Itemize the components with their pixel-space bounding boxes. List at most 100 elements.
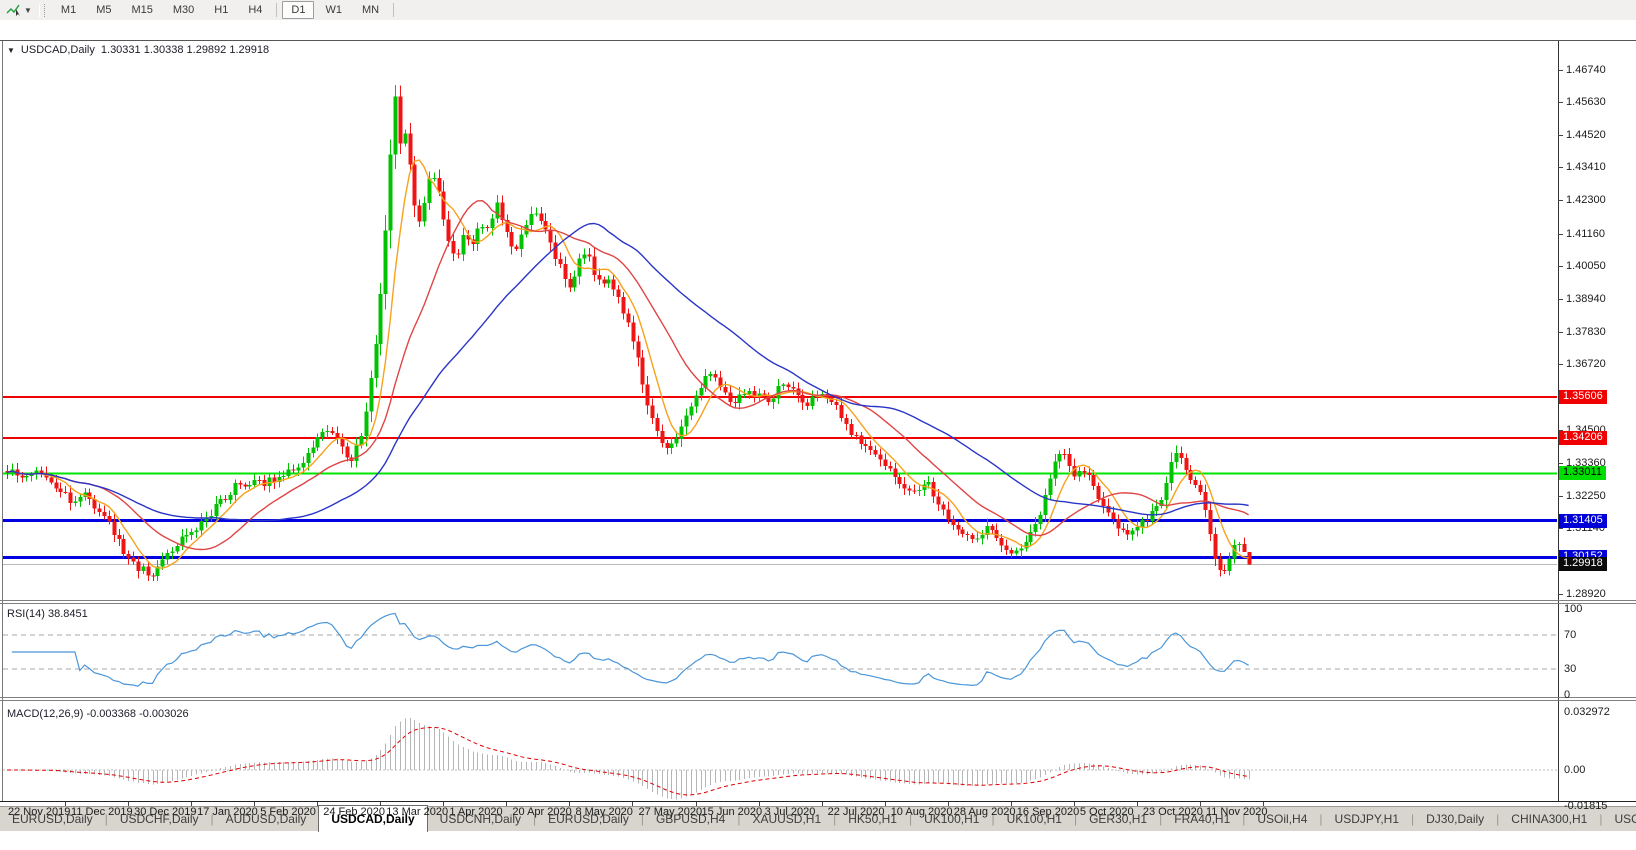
symbol-title: USDCAD,Daily: [20, 44, 95, 56]
date-tick-label: 10 Aug 2020: [890, 806, 953, 818]
symbol-tab-usoil-h1[interactable]: USOil,H1: [1602, 808, 1636, 831]
chart-title-bar[interactable]: ▼ USDCAD,Daily 1.30331 1.30338 1.29892 1…: [7, 44, 269, 56]
date-tick-mark: [1073, 802, 1075, 806]
price-tick-label: 1.45630: [1566, 96, 1606, 109]
date-tick-mark: [695, 802, 697, 806]
timeframe-button-m5[interactable]: M5: [87, 1, 120, 19]
price-level-badge-1.33011: 1.33011: [1559, 466, 1606, 481]
timeframe-button-m15[interactable]: M15: [122, 1, 161, 19]
price-level-badge-1.31405: 1.31405: [1559, 513, 1607, 528]
timeframe-button-h1[interactable]: H1: [205, 1, 237, 19]
price-tick-label: 1.38940: [1566, 292, 1606, 305]
symbol-tab-usdjpy-h1[interactable]: USDJPY,H1: [1323, 808, 1411, 831]
symbol-tab-dj30-daily[interactable]: DJ30,Daily: [1414, 808, 1496, 831]
macd-scale-top: 0.032972: [1564, 706, 1610, 718]
date-tick-mark: [1136, 802, 1138, 806]
date-tick-label: 27 May 2020: [638, 806, 703, 818]
panel-borders: [0, 40, 1636, 802]
toolbar-separator: [276, 3, 278, 17]
date-tick-label: 13 Mar 2020: [386, 806, 449, 818]
collapse-triangle-icon[interactable]: ▼: [7, 46, 15, 55]
date-tick-mark: [947, 802, 949, 806]
support-resistance-lines: [3, 396, 1557, 565]
date-tick-label: 16 Sep 2020: [1016, 806, 1080, 818]
crosshair-tool-button[interactable]: ▼: [3, 2, 35, 18]
date-tick-mark: [317, 802, 319, 806]
date-tick-label: 11 Nov 2020: [1205, 806, 1268, 818]
price-level-badge-1.34206: 1.34206: [1559, 431, 1607, 446]
date-tick-label: 24 Feb 2020: [323, 806, 386, 818]
price-tick-mark: [1558, 463, 1563, 465]
price-tick-mark: [1558, 200, 1563, 202]
price-tick-mark: [1558, 331, 1563, 333]
chart-window[interactable]: ▼ USDCAD,Daily 1.30331 1.30338 1.29892 1…: [0, 20, 1636, 818]
date-tick-label: 11 Dec 2019: [71, 806, 133, 818]
price-tick-label: 1.41160: [1566, 227, 1605, 240]
timeframe-button-d1[interactable]: D1: [282, 1, 315, 19]
price-tick-mark: [1558, 167, 1563, 169]
price-tick-label: 1.44520: [1566, 128, 1606, 141]
rsi-scale-70: 70: [1564, 628, 1577, 641]
date-tick-label: 1 Apr 2020: [449, 806, 503, 818]
date-tick-label: 3 Jul 2020: [764, 806, 816, 818]
price-tick-label: 1.46740: [1566, 63, 1606, 76]
date-tick-mark: [1262, 802, 1264, 806]
timeframe-button-w1[interactable]: W1: [316, 1, 351, 19]
date-tick-mark: [65, 802, 66, 806]
date-tick-mark: [380, 802, 382, 806]
date-tick-mark: [191, 802, 193, 806]
date-tick-label: 5 Feb 2020: [260, 806, 316, 818]
date-tick-mark: [443, 802, 445, 806]
rsi-scale-0: 0: [1564, 689, 1571, 701]
price-tick-mark: [1558, 364, 1563, 366]
price-tick-label: 1.32250: [1566, 489, 1606, 502]
date-tick-mark: [1199, 802, 1201, 806]
price-tick-mark: [1558, 593, 1563, 595]
price-tick-label: 1.42300: [1566, 194, 1606, 207]
date-tick-mark: [632, 802, 634, 806]
timeframe-button-h4[interactable]: H4: [239, 1, 271, 19]
rsi-indicator-label: RSI(14) 38.8451: [7, 608, 88, 620]
ohlc-values: 1.30331 1.30338 1.29892 1.29918: [100, 44, 270, 56]
slow-ma-line: [6, 222, 1249, 522]
date-tick-label: 20 Apr 2020: [512, 806, 572, 818]
fast-ma-line: [6, 159, 1249, 569]
price-level-badge-1.35606: 1.35606: [1559, 390, 1607, 404]
price-tick-mark: [1558, 495, 1563, 497]
date-tick-mark: [821, 802, 823, 806]
macd-signal-line: [7, 726, 1249, 796]
date-tick-label: 5 Oct 2020: [1079, 806, 1134, 818]
mid-ma-line: [6, 199, 1249, 551]
crosshair-tool-icon: [6, 4, 20, 16]
timeframe-toolbar: ▼ M1 M5 M15 M30 H1 H4 D1 W1 MN: [0, 0, 1636, 21]
toolbar-separator: [393, 3, 395, 17]
price-tick-label: 1.28920: [1566, 587, 1606, 600]
rsi-scale-30: 30: [1564, 663, 1577, 676]
mt4-terminal: { "toolbar": { "timeframes": ["M1","M5",…: [0, 0, 1636, 832]
rsi-scale-100: 100: [1564, 603, 1583, 615]
date-tick-label: 30 Dec 2019: [134, 806, 197, 818]
date-tick-label: 28 Aug 2020: [953, 806, 1016, 818]
date-tick-label: 22 Nov 2019: [8, 806, 71, 818]
rsi-line: [11, 612, 1249, 687]
price-tick-label: 1.36720: [1566, 358, 1606, 371]
price-level-badge-1.29918: 1.29918: [1559, 557, 1607, 572]
date-tick-label: 8 May 2020: [575, 806, 633, 818]
price-tick-mark: [1558, 528, 1563, 530]
date-tick-mark: [884, 802, 886, 806]
chart-canvas: [0, 40, 1636, 802]
date-tick-label: 15 Jun 2020: [701, 806, 763, 818]
date-tick-label: 22 Jul 2020: [827, 806, 885, 818]
price-tick-label: 1.37830: [1566, 325, 1606, 338]
price-tick-mark: [1558, 134, 1563, 136]
price-tick-mark: [1558, 102, 1563, 104]
date-tick-mark: [254, 802, 256, 806]
timeframe-button-mn[interactable]: MN: [353, 1, 388, 19]
date-tick-mark: [1010, 802, 1012, 806]
timeframe-button-m1[interactable]: M1: [52, 1, 85, 19]
toolbar-grip: [38, 3, 45, 17]
macd-scale-zero: 0.00: [1564, 764, 1586, 776]
dropdown-caret-icon[interactable]: ▼: [24, 6, 32, 15]
date-tick-mark: [128, 802, 130, 806]
timeframe-button-m30[interactable]: M30: [164, 1, 203, 19]
